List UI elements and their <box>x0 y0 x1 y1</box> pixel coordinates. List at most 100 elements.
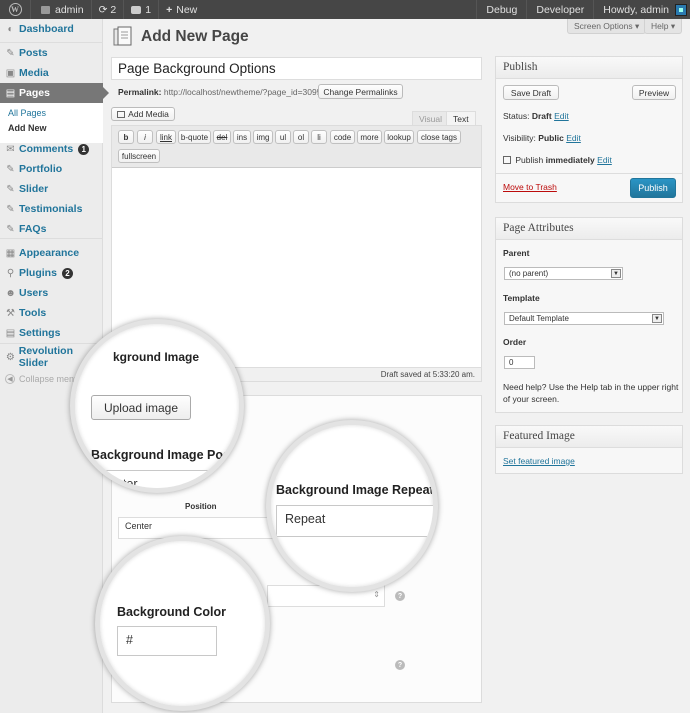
qt-fullscreen-button[interactable]: fullscreen <box>118 149 160 163</box>
submenu-add-new[interactable]: Add New <box>8 123 47 133</box>
sidebar-item-slider[interactable]: ✎ Slider <box>0 179 103 199</box>
dropdown-arrow-icon: ▼ <box>652 314 662 323</box>
sidebar-item-label: Portfolio <box>19 163 63 175</box>
edit-visibility-link[interactable]: Edit <box>566 133 581 143</box>
site-name: admin <box>55 3 84 16</box>
draft-saved-text: Draft saved at 5:33:20 am. <box>380 370 475 379</box>
wordpress-logo-icon[interactable]: W <box>0 0 30 19</box>
sidebar-item-comments[interactable]: ✉ Comments 1 <box>0 139 103 159</box>
plus-icon: + <box>166 3 173 16</box>
sidebar-item-users[interactable]: ☻ Users <box>0 283 103 303</box>
sidebar-item-label: Tools <box>19 307 47 319</box>
order-input[interactable]: 0 <box>504 356 535 369</box>
post-title-input[interactable]: Page Background Options <box>111 57 482 80</box>
parent-select[interactable]: (no parent) ▼ <box>504 267 623 280</box>
tab-visual[interactable]: Visual <box>412 111 449 126</box>
screen-options-tab[interactable]: Screen Options ▾ <box>567 19 647 34</box>
background-repeat-select[interactable]: Repeat <box>276 505 433 537</box>
sidebar-item-appearance[interactable]: ▦ Appearance <box>0 243 103 263</box>
background-image-heading: kground Image <box>113 350 200 364</box>
page-attributes-box: Page Attributes Parent (no parent) ▼ Tem… <box>495 217 683 413</box>
debug-link[interactable]: Debug <box>477 0 526 19</box>
sidebar-item-label: Settings <box>19 327 61 339</box>
account-menu[interactable]: Howdy, admin <box>594 0 690 19</box>
move-to-trash-link[interactable]: Move to Trash <box>503 182 557 192</box>
tab-text[interactable]: Text <box>446 111 476 126</box>
settings-icon: ▤ <box>5 327 16 339</box>
page-attributes-help: Need help? Use the Help tab in the upper… <box>503 382 679 404</box>
qt-li-button[interactable]: li <box>311 130 327 144</box>
sidebar-item-label: Pages <box>19 87 50 99</box>
help-icon[interactable]: ? <box>395 660 405 670</box>
edit-schedule-link[interactable]: Edit <box>597 155 612 165</box>
new-content-link[interactable]: + New <box>159 0 204 19</box>
sidebar-item-label: Plugins <box>19 267 57 279</box>
qt-del-button[interactable]: del <box>213 130 231 144</box>
calendar-icon <box>503 156 511 164</box>
permalink-url[interactable]: http://localhost/newtheme/?page_id=3095 <box>164 87 322 97</box>
sidebar-item-plugins[interactable]: ⚲ Plugins 2 <box>0 263 103 283</box>
publish-button[interactable]: Publish <box>630 178 676 198</box>
pages-submenu: All Pages Add New <box>0 103 103 143</box>
position-select[interactable]: Center <box>118 517 278 539</box>
change-permalinks-button[interactable]: Change Permalinks <box>318 84 403 99</box>
edit-status-link[interactable]: Edit <box>554 111 569 121</box>
sidebar-item-label: Posts <box>19 47 48 59</box>
page-title: Add New Page <box>141 28 249 45</box>
admin-bar: W admin ⟳ 2 1 + New Debug Developer Howd… <box>0 0 690 19</box>
howdy-text: Howdy, admin <box>603 3 669 16</box>
qt-lookup-button[interactable]: lookup <box>384 130 414 144</box>
background-color-input[interactable]: # <box>117 626 217 656</box>
sidebar-item-settings[interactable]: ▤ Settings <box>0 323 103 343</box>
add-media-button[interactable]: Add Media <box>111 107 175 121</box>
help-tab[interactable]: Help ▾ <box>644 19 683 34</box>
comment-bubble-icon <box>131 5 142 14</box>
collapse-menu-button[interactable]: ◀ Collapse menu <box>5 374 79 384</box>
qt-italic-button[interactable]: i <box>137 130 153 144</box>
save-draft-button[interactable]: Save Draft <box>503 85 559 100</box>
appearance-icon: ▦ <box>5 247 16 259</box>
sidebar-item-label: Appearance <box>19 247 80 259</box>
qt-more-button[interactable]: more <box>357 130 382 144</box>
qt-ol-button[interactable]: ol <box>293 130 309 144</box>
qt-ins-button[interactable]: ins <box>233 130 251 144</box>
help-icon[interactable]: ? <box>395 591 405 601</box>
gear-icon: ⚙ <box>5 351 15 363</box>
sidebar-item-dashboard[interactable]: ◐ Dashboard <box>0 19 103 39</box>
qt-img-button[interactable]: img <box>253 130 273 144</box>
developer-link[interactable]: Developer <box>527 0 593 19</box>
sidebar-item-pages[interactable]: ▤ Pages <box>0 83 109 103</box>
background-image-repeat-label: Background Image Repeat <box>276 483 434 497</box>
sidebar-item-posts[interactable]: ✎ Posts <box>0 43 103 63</box>
permalink-row: Permalink: http://localhost/newtheme/?pa… <box>118 87 321 97</box>
quicktags-toolbar: b i link b-quote del ins img ul ol li co… <box>112 126 481 168</box>
pages-icon: ▤ <box>5 87 16 99</box>
template-select[interactable]: Default Template ▼ <box>504 312 664 325</box>
updates-link[interactable]: ⟳ 2 <box>92 0 124 19</box>
set-featured-image-link[interactable]: Set featured image <box>503 456 575 466</box>
position-label-fragment: Position <box>185 502 217 511</box>
upload-image-button[interactable]: Upload image <box>91 395 191 420</box>
magnifier-background-repeat: Background Image Repeat Repeat <box>266 420 438 592</box>
preview-button[interactable]: Preview <box>632 85 676 100</box>
sidebar-item-testimonials[interactable]: ✎ Testimonials <box>0 199 103 219</box>
visibility-row: Visibility: Public Edit <box>503 133 581 143</box>
sidebar-item-faqs[interactable]: ✎ FAQs <box>0 219 103 239</box>
magnifier-background-color: Background Color # <box>95 536 270 711</box>
collapse-label: Collapse menu <box>19 374 80 384</box>
qt-code-button[interactable]: code <box>330 130 355 144</box>
qt-blockquote-button[interactable]: b-quote <box>178 130 211 144</box>
site-name-link[interactable]: admin <box>31 0 91 19</box>
sidebar-item-label: Dashboard <box>19 23 74 35</box>
sidebar-item-media[interactable]: ▣ Media <box>0 63 103 83</box>
qt-link-button[interactable]: link <box>156 130 176 144</box>
comments-link[interactable]: 1 <box>124 0 158 19</box>
magnifier-upload-image: kground Image Upload image Background Im… <box>70 319 244 493</box>
submenu-all-pages[interactable]: All Pages <box>8 108 46 118</box>
qt-bold-button[interactable]: b <box>118 130 134 144</box>
qt-close-tags-button[interactable]: close tags <box>417 130 461 144</box>
new-label: New <box>176 3 198 16</box>
sidebar-item-portfolio[interactable]: ✎ Portfolio <box>0 159 103 179</box>
qt-ul-button[interactable]: ul <box>275 130 291 144</box>
sidebar-item-tools[interactable]: ⚒ Tools <box>0 303 103 323</box>
